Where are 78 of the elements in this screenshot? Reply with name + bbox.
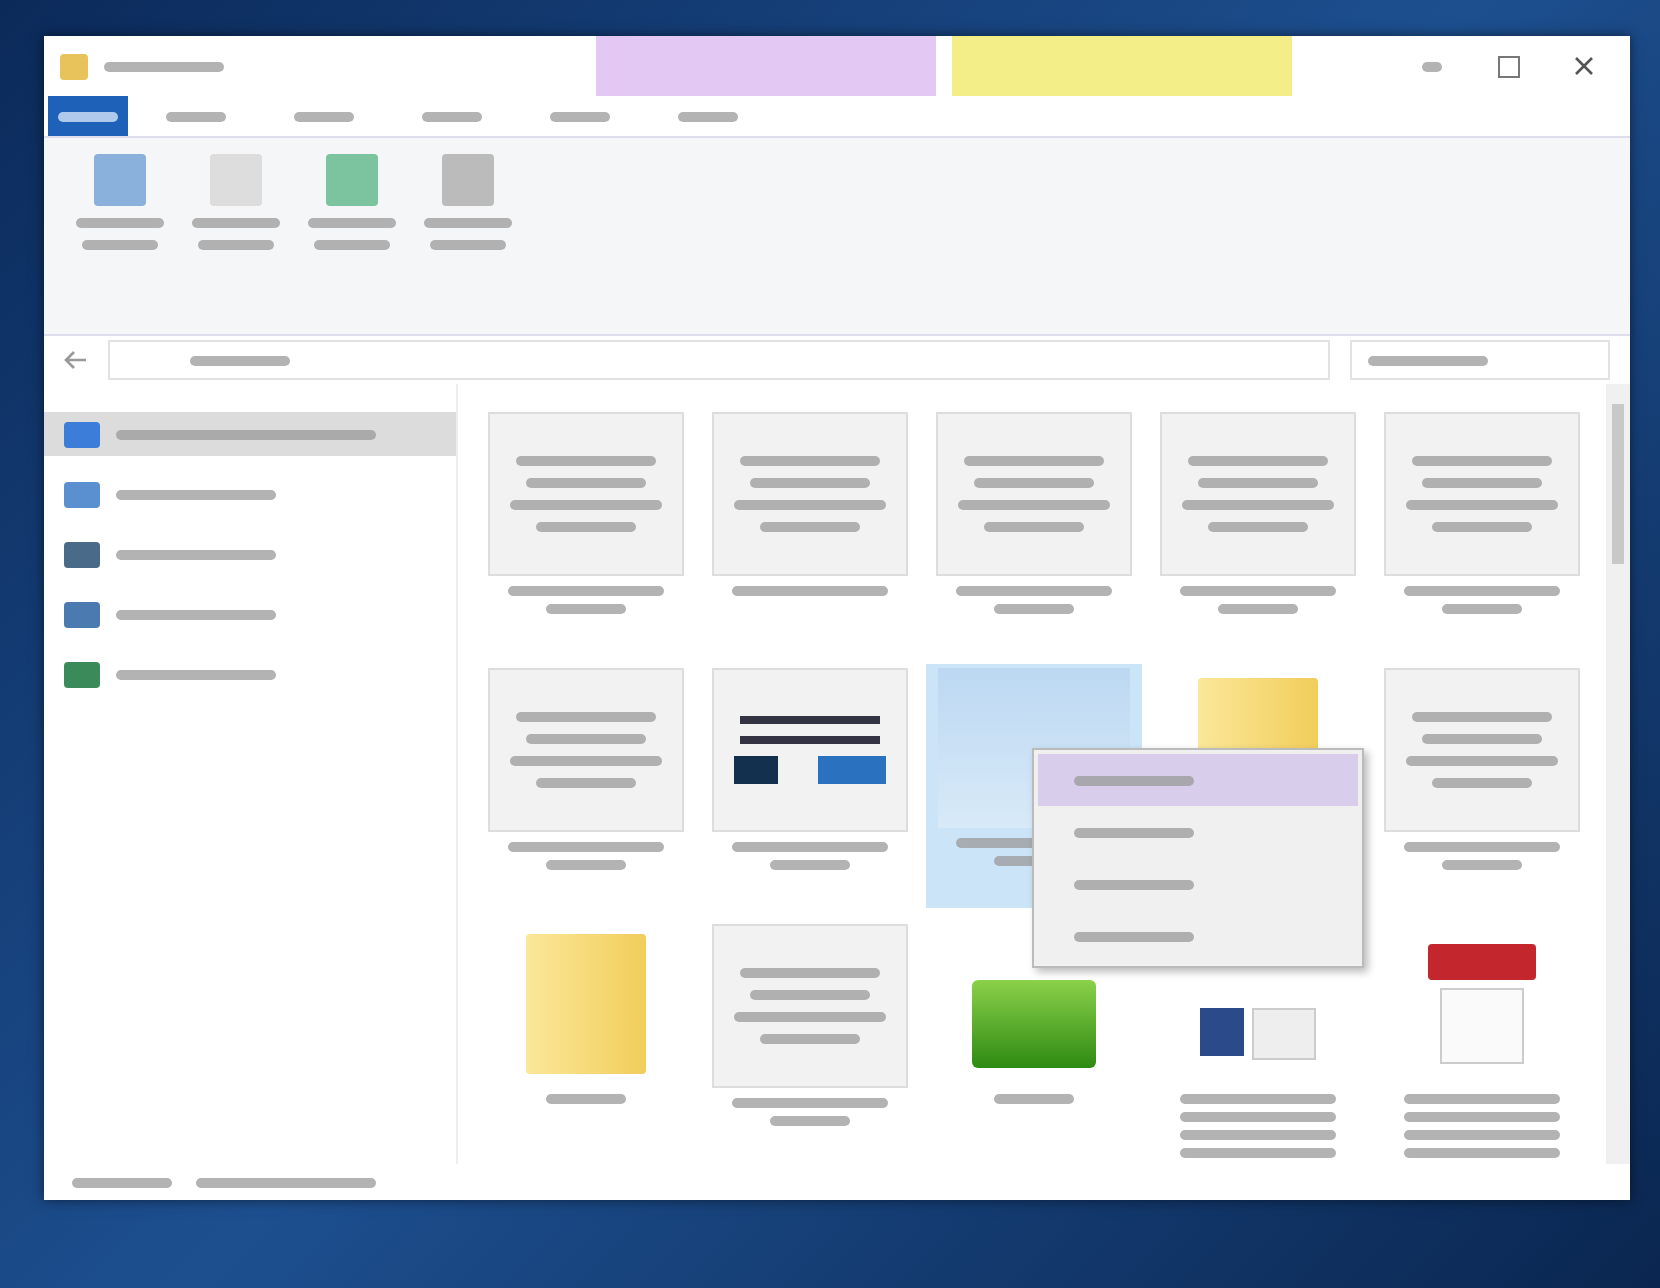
blurred-label [1218, 604, 1299, 614]
blurred-label [546, 1094, 627, 1104]
blurred-label [678, 111, 738, 121]
scrollbar[interactable] [1606, 384, 1630, 1164]
blurred-label [1368, 355, 1488, 365]
blurred-label [974, 478, 1095, 488]
blurred-label [550, 111, 610, 121]
blurred-label [1422, 478, 1543, 488]
blurred-label [424, 218, 512, 228]
blurred-label [308, 218, 396, 228]
blurred-label [76, 218, 164, 228]
blurred-label [546, 860, 627, 870]
blurred-label [1442, 604, 1523, 614]
blurred-label [192, 218, 280, 228]
computer-icon [64, 541, 100, 567]
pdf-file-icon [1428, 944, 1537, 1064]
blurred-label [198, 240, 274, 250]
quick-access-icon [64, 421, 100, 447]
blurred-label [750, 990, 871, 1000]
blurred-label [994, 604, 1075, 614]
ribbon-button[interactable] [304, 154, 400, 250]
blurred-label [58, 111, 118, 121]
blurred-label [166, 111, 226, 121]
blurred-label [1198, 478, 1319, 488]
blurred-label [294, 111, 354, 121]
ribbon-tab[interactable] [48, 96, 128, 136]
archive-icon [972, 980, 1097, 1068]
search-field[interactable] [1350, 340, 1610, 380]
blurred-label [760, 522, 861, 532]
blurred-label [104, 61, 224, 71]
blurred-label [422, 111, 482, 121]
blurred-label [964, 456, 1105, 466]
network-icon [64, 601, 100, 627]
blurred-label [190, 355, 290, 365]
blurred-label [770, 1116, 851, 1126]
blurred-label [536, 778, 637, 788]
blurred-label [1412, 456, 1553, 466]
blurred-label [72, 1177, 172, 1187]
blurred-label [516, 712, 657, 722]
blurred-label [1074, 931, 1195, 941]
blurred-label [1412, 712, 1553, 722]
blurred-label [984, 522, 1085, 532]
blurred-label [516, 456, 657, 466]
blurred-label [740, 968, 881, 978]
blurred-label [994, 1094, 1075, 1104]
blurred-label [1074, 775, 1195, 785]
blurred-label [82, 240, 158, 250]
address-field[interactable] [108, 340, 1330, 380]
ribbon-button[interactable] [188, 154, 284, 250]
blurred-label [546, 604, 627, 614]
blurred-label [770, 860, 851, 870]
blurred-label [526, 734, 647, 744]
blurred-label [1188, 456, 1329, 466]
menu-item[interactable] [1038, 754, 1359, 806]
blurred-label [314, 240, 390, 250]
cloud-icon [64, 481, 100, 507]
blurred-label [1442, 860, 1523, 870]
folder-icon [526, 934, 647, 1074]
back-arrow-icon[interactable] [64, 350, 88, 370]
document-icon [1200, 1008, 1317, 1060]
blurred-label [536, 522, 637, 532]
ribbon-button[interactable] [420, 154, 516, 250]
blurred-label [1208, 522, 1309, 532]
folder-icon [60, 53, 88, 79]
ribbon-button[interactable] [72, 154, 168, 250]
blurred-label [740, 456, 881, 466]
blurred-label [1422, 61, 1442, 71]
blurred-label [526, 478, 647, 488]
blurred-label [760, 1034, 861, 1044]
blurred-label [430, 240, 506, 250]
homegroup-icon [64, 661, 100, 687]
blurred-label [1432, 778, 1533, 788]
blurred-label [750, 478, 871, 488]
blurred-label [1422, 734, 1543, 744]
sidebar-item[interactable] [44, 412, 457, 456]
close-icon [1574, 56, 1594, 76]
blurred-label [1074, 879, 1195, 889]
blurred-label [1432, 522, 1533, 532]
